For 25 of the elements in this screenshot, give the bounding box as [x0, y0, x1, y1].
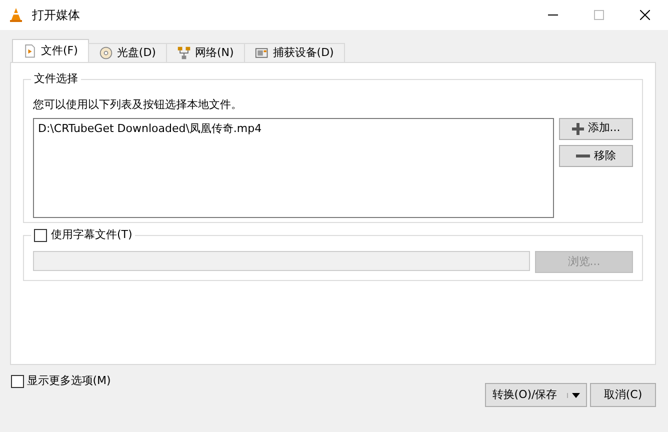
- disc-icon: [98, 46, 113, 60]
- file-list[interactable]: D:\CRTubeGet Downloaded\凤凰传奇.mp4: [33, 118, 554, 218]
- tab[interactable]: 光盘(D): [88, 43, 167, 62]
- description-text: 您可以使用以下列表及按钮选择本地文件。: [33, 97, 243, 113]
- checkbox-label[interactable]: 使用字幕文件(T): [51, 227, 132, 243]
- add-button[interactable]: 添加...: [559, 118, 633, 140]
- file-icon: [23, 44, 37, 58]
- tab[interactable]: 文件(F): [12, 39, 89, 62]
- cancel-button[interactable]: 取消(C): [590, 383, 656, 407]
- checkbox-label[interactable]: 显示更多选项(M): [26, 373, 111, 390]
- network-icon: [176, 46, 191, 60]
- show-more-checkbox[interactable]: [11, 374, 24, 388]
- tab[interactable]: 网络(N): [166, 43, 245, 62]
- remove-button[interactable]: 移除: [559, 145, 633, 167]
- maximize-icon: [594, 10, 604, 20]
- traffic-cone-icon: [8, 7, 24, 23]
- subtitle-path-field[interactable]: [33, 251, 530, 271]
- subtitle-checkbox[interactable]: [34, 228, 47, 242]
- close-icon: [640, 10, 650, 20]
- window-title: 打开媒体: [32, 7, 80, 24]
- convert-save-button[interactable]: 转换(O)/保存: [485, 383, 588, 407]
- file-entry[interactable]: D:\CRTubeGet Downloaded\凤凰传奇.mp4: [38, 120, 548, 137]
- capture-card-icon: [254, 46, 269, 60]
- plus-icon: [572, 122, 584, 134]
- tab[interactable]: 捕获设备(D): [244, 43, 345, 62]
